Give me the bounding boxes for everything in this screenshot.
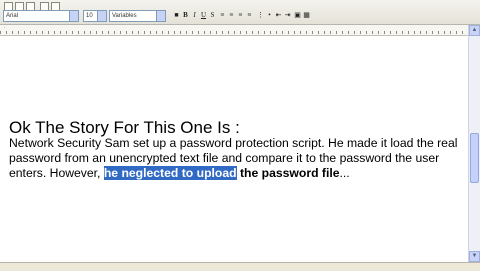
indent-icon[interactable]: ⇥ xyxy=(283,10,292,21)
style-value: Variables xyxy=(112,13,137,19)
align-right-icon[interactable]: ≡ xyxy=(236,10,245,21)
document-paragraph[interactable]: Network Security Sam set up a password p… xyxy=(9,136,464,181)
chevron-down-icon[interactable] xyxy=(156,11,165,21)
ruler: · xyxy=(0,25,468,36)
scroll-up-icon[interactable]: ▲ xyxy=(469,25,480,36)
vertical-scrollbar[interactable]: ▲ ▼ xyxy=(468,25,480,262)
font-size-value: 10 xyxy=(86,13,93,19)
font-name-select[interactable]: Arial xyxy=(3,10,79,22)
italic-icon[interactable]: I xyxy=(190,10,199,21)
insert-table-icon[interactable]: ▦ xyxy=(302,10,311,21)
numbered-list-icon[interactable]: ⋮ xyxy=(256,10,265,21)
underline-icon[interactable]: U xyxy=(199,10,208,21)
scrollbar-thumb[interactable] xyxy=(470,133,479,183)
bold-icon[interactable]: ■ xyxy=(172,10,181,21)
outdent-icon[interactable]: ⇤ xyxy=(274,10,283,21)
bullet-list-icon[interactable]: • xyxy=(265,10,274,21)
align-left-icon[interactable]: ≡ xyxy=(218,10,227,21)
selected-text[interactable]: he neglected to upload xyxy=(103,166,237,180)
strikethrough-icon[interactable]: S xyxy=(208,10,217,21)
paragraph-ellipsis: ... xyxy=(339,166,350,180)
insert-image-icon[interactable]: ▣ xyxy=(293,10,302,21)
bold-button-icon[interactable]: B xyxy=(181,10,190,21)
bold-text: the password file xyxy=(239,166,340,180)
font-name-value: Arial xyxy=(6,13,19,19)
formatting-toolbar: Arial 10 Variables ■ B I U S ≡ ≡ ≡ ≡ ⋮ •… xyxy=(0,0,480,25)
scroll-down-icon[interactable]: ▼ xyxy=(469,251,480,262)
justify-icon[interactable]: ≡ xyxy=(245,10,254,21)
ruler-mark: · xyxy=(4,25,6,31)
document-heading[interactable]: Ok The Story For This One Is : xyxy=(9,118,240,138)
style-select[interactable]: Variables xyxy=(109,10,166,22)
font-size-select[interactable]: 10 xyxy=(83,10,107,22)
align-center-icon[interactable]: ≡ xyxy=(227,10,236,21)
chevron-down-icon[interactable] xyxy=(97,11,106,21)
chevron-down-icon[interactable] xyxy=(69,11,78,21)
